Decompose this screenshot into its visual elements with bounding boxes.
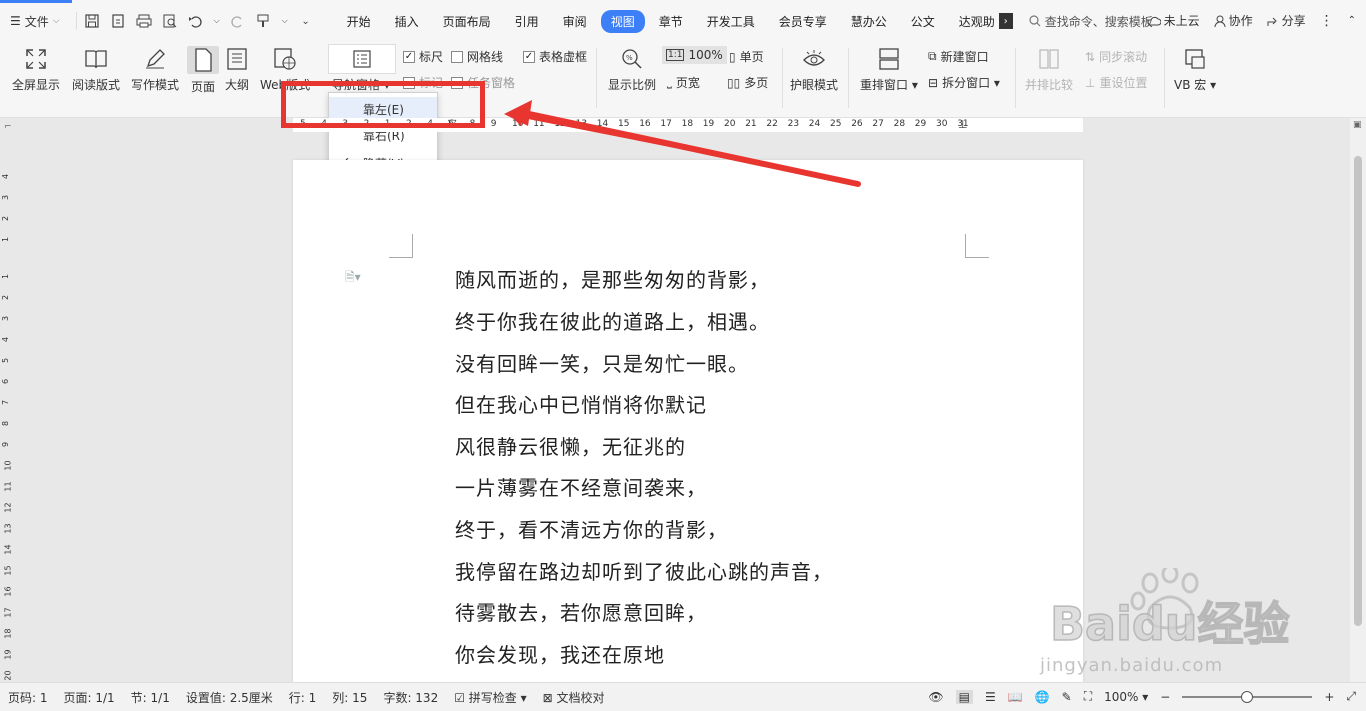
scroll-up-icon[interactable]: ▣ (1353, 120, 1362, 130)
doc-proof-button[interactable]: ⊠ 文档校对 (535, 689, 613, 706)
doc-proof-label: 文档校对 (556, 690, 605, 705)
word-count-status[interactable]: 字数: 132 (375, 689, 446, 706)
watermark-brand: Baidu经验 (1050, 597, 1290, 651)
col-status[interactable]: 列: 15 (324, 689, 375, 706)
spell-check-button[interactable]: ☑ 拼写检查 ▾ (446, 689, 534, 706)
scroll-thumb[interactable] (1354, 156, 1362, 626)
zoom-level[interactable]: 100% ▾ (1104, 690, 1148, 704)
status-bar-right: 👁 ▤ ☰ 📖 🌐 ✎ ⛶ 100% ▾ − + ⤢ (928, 689, 1356, 704)
section-status[interactable]: 节: 1/1 (123, 689, 178, 706)
fit-window-icon[interactable]: ⛶ (1084, 689, 1092, 704)
page-view-icon[interactable]: ▤ (955, 689, 973, 704)
status-bar: 页码: 1 页面: 1/1 节: 1/1 设置值: 2.5厘米 行: 1 列: … (0, 682, 1366, 711)
read-view-icon[interactable]: 📖 (1008, 690, 1023, 704)
row-status[interactable]: 行: 1 (281, 689, 325, 706)
position-status[interactable]: 设置值: 2.5厘米 (178, 689, 281, 706)
web-view-icon[interactable]: 🌐 (1035, 690, 1050, 704)
watermark-url: jingyan.baidu.com (1040, 655, 1224, 676)
zoom-in-icon[interactable]: + (1324, 690, 1334, 704)
zoom-slider-knob[interactable] (1241, 690, 1254, 703)
eye-protect-icon[interactable]: 👁 (928, 690, 943, 704)
vertical-scrollbar[interactable]: ▣ (1350, 118, 1366, 682)
expand-icon[interactable]: ⤢ (1346, 689, 1356, 704)
zoom-out-icon[interactable]: − (1160, 690, 1170, 704)
doc-proof-icon: ⊠ (542, 690, 553, 705)
zoom-slider[interactable] (1182, 690, 1313, 703)
baidu-jingyan-watermark: Baidu经验 (1050, 568, 1290, 652)
spell-check-label: 拼写检查 (468, 690, 517, 705)
spell-check-icon: ☑ (454, 690, 465, 705)
outline-view-icon[interactable]: ☰ (985, 690, 996, 704)
page-status[interactable]: 页面: 1/1 (56, 689, 123, 706)
write-view-icon[interactable]: ✎ (1062, 690, 1072, 704)
page-code-status[interactable]: 页码: 1 (0, 689, 56, 706)
